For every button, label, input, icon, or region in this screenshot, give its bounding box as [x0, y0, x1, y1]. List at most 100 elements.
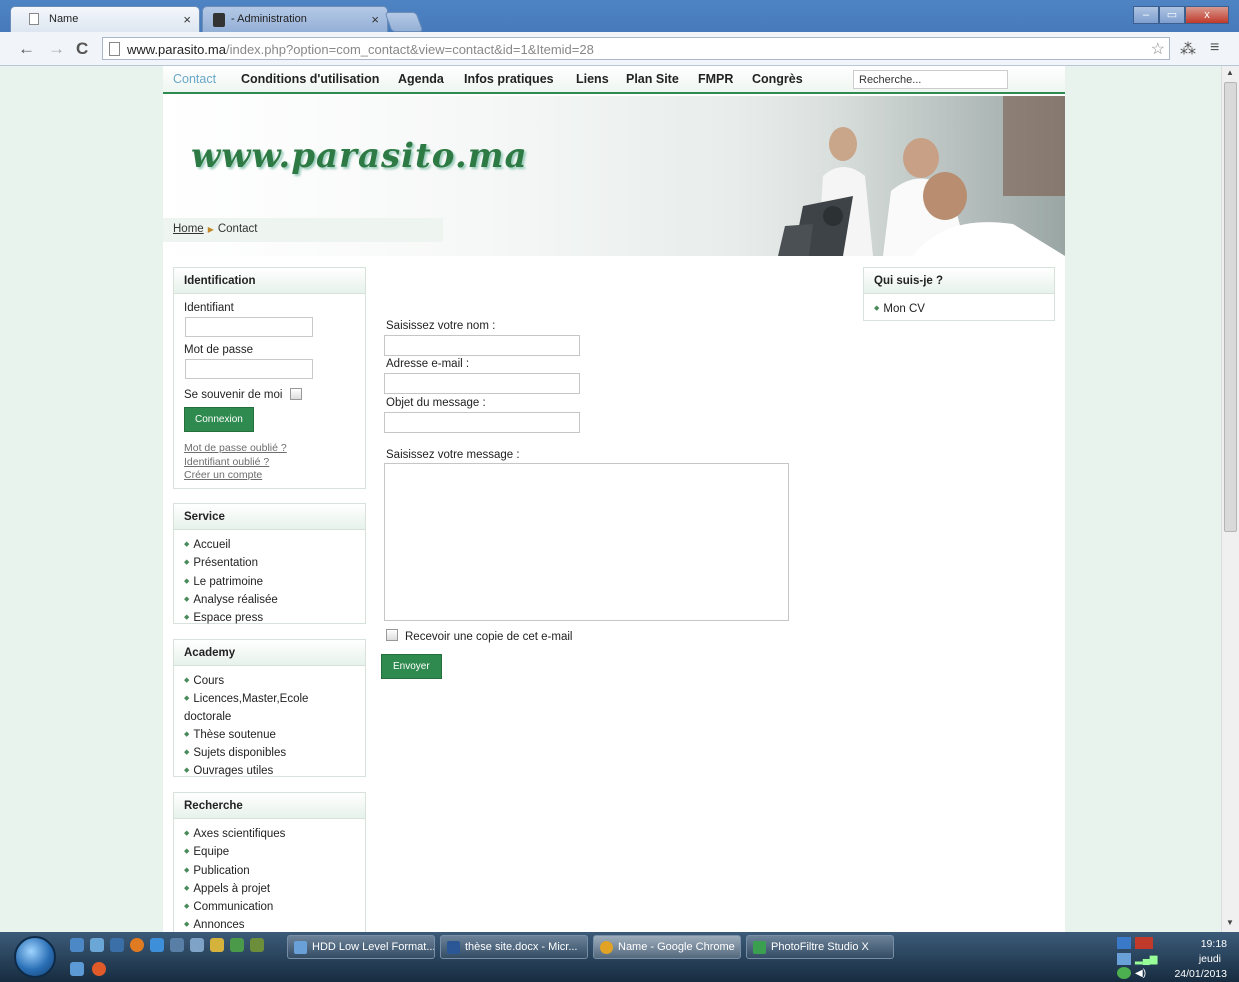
browser-toolbar: ← → C www.parasito.ma/index.php?option=c… — [0, 32, 1239, 66]
tab-administration[interactable]: - Administration × — [202, 6, 388, 32]
nav-plan-site[interactable]: Plan Site — [626, 72, 679, 86]
login-button-row: Connexion — [184, 407, 355, 432]
nav-congres[interactable]: Congrès — [752, 72, 803, 86]
create-account-link[interactable]: Créer un compte — [184, 469, 355, 483]
search-input[interactable]: Recherche... — [853, 70, 1008, 89]
star-icon[interactable]: ☆ — [1151, 39, 1165, 59]
service-module: Service ◆ Accueil ◆ Présentation ◆ Le patri… — [173, 503, 366, 624]
list-item[interactable]: ◆ Publication — [184, 862, 355, 880]
quicklaunch-icon[interactable] — [230, 938, 244, 952]
quicklaunch-icon[interactable] — [70, 938, 84, 952]
list-item[interactable]: ◆ Ouvrages utiles — [184, 762, 355, 780]
clock-date[interactable]: 24/01/2013 — [1174, 967, 1227, 981]
list-item[interactable]: ◆ Présentation — [184, 554, 355, 572]
tab-name[interactable]: Name × — [10, 6, 200, 32]
forgot-password-link[interactable]: Mot de passe oublié ? — [184, 442, 355, 456]
new-tab-button[interactable] — [384, 12, 424, 32]
nav-liens[interactable]: Liens — [576, 72, 609, 86]
quicklaunch-icon[interactable] — [250, 938, 264, 952]
browser-chrome: Name × - Administration × – ▭ x ← → C ww… — [0, 0, 1239, 66]
nav-conditions[interactable]: Conditions d'utilisation — [241, 72, 379, 86]
system-tray: ▂▄▆ ◀) 19:18 jeudi 24/01/2013 — [1117, 935, 1227, 981]
email-input[interactable] — [384, 373, 580, 394]
breadcrumb-home[interactable]: Home — [173, 223, 204, 235]
subject-input[interactable] — [384, 412, 580, 433]
list-item[interactable]: ◆ Annonces — [184, 916, 355, 932]
copy-checkbox[interactable] — [386, 629, 398, 641]
quicklaunch-icon[interactable] — [150, 938, 164, 952]
scroll-down-icon[interactable]: ▼ — [1226, 918, 1234, 927]
tray-icon[interactable] — [1117, 937, 1131, 949]
nav-contact[interactable]: Contact — [173, 72, 216, 86]
username-input[interactable] — [185, 317, 313, 337]
list-item[interactable]: ◆ Espace press — [184, 609, 355, 627]
signal-icon[interactable]: ▂▄▆ — [1135, 953, 1157, 967]
forward-arrow-icon[interactable]: → — [48, 39, 65, 59]
list-item[interactable]: ◆ Axes scientifiques — [184, 825, 355, 843]
bullet-icon: ◆ — [184, 749, 190, 757]
start-button[interactable] — [14, 936, 56, 978]
task-hdd-format[interactable]: HDD Low Level Format... — [287, 935, 435, 959]
quicklaunch-icon[interactable] — [90, 938, 104, 952]
close-tab-icon[interactable]: × — [371, 12, 379, 27]
joomla-icon — [213, 13, 225, 27]
chrome-quicklaunch-icon[interactable] — [92, 962, 106, 976]
menu-icon[interactable]: ≡ — [1210, 39, 1219, 57]
nav-infos-pratiques[interactable]: Infos pratiques — [464, 72, 554, 86]
quicklaunch-icon[interactable] — [210, 938, 224, 952]
message-textarea[interactable] — [384, 463, 789, 621]
reload-icon[interactable]: C — [76, 39, 88, 59]
clock-time[interactable]: 19:18 — [1201, 937, 1227, 951]
extension-icon[interactable]: ⁂ — [1180, 39, 1196, 59]
list-item[interactable]: ◆ Appels à projet — [184, 880, 355, 898]
name-input[interactable] — [384, 335, 580, 356]
task-photofiltre[interactable]: PhotoFiltre Studio X — [746, 935, 894, 959]
breadcrumb-arrow-icon: ▶ — [207, 225, 214, 234]
message-label: Saisissez votre message : — [386, 449, 520, 461]
scrollbar-thumb[interactable] — [1224, 82, 1237, 532]
quicklaunch-icon[interactable] — [190, 938, 204, 952]
list-item[interactable]: ◆ Accueil — [184, 536, 355, 554]
network-icon[interactable] — [1117, 953, 1131, 965]
nav-agenda[interactable]: Agenda — [398, 72, 444, 86]
maximize-button[interactable]: ▭ — [1159, 6, 1185, 24]
list-item[interactable]: ◆ Equipe — [184, 843, 355, 861]
list-item[interactable]: ◆ Thèse soutenue — [184, 726, 355, 744]
ati-icon[interactable] — [1135, 937, 1153, 949]
minimize-button[interactable]: – — [1133, 6, 1159, 24]
quicklaunch-icon[interactable] — [130, 938, 144, 952]
list-item[interactable]: ◆ Communication — [184, 898, 355, 916]
list-item[interactable]: ◆ Analyse réalisée — [184, 591, 355, 609]
list-item[interactable]: ◆ Licences,Master,Ecole doctorale — [184, 690, 355, 726]
nav-fmpr[interactable]: FMPR — [698, 72, 733, 86]
quicklaunch-icon[interactable] — [70, 962, 84, 976]
page-icon — [109, 42, 120, 56]
send-button[interactable]: Envoyer — [381, 654, 442, 679]
bullet-icon: ◆ — [184, 830, 190, 837]
close-window-button[interactable]: x — [1185, 6, 1229, 24]
list-item[interactable]: ◆ Le patrimoine — [184, 573, 355, 591]
login-button[interactable]: Connexion — [184, 407, 254, 432]
address-bar[interactable]: www.parasito.ma/index.php?option=com_con… — [102, 37, 1170, 60]
volume-icon[interactable]: ◀) — [1135, 967, 1146, 981]
close-tab-icon[interactable]: × — [183, 12, 191, 27]
forgot-username-link[interactable]: Identifiant oublié ? — [184, 456, 355, 470]
clock-day[interactable]: jeudi — [1199, 952, 1221, 966]
task-word[interactable]: thèse site.docx - Micr... — [440, 935, 588, 959]
list-item[interactable]: ◆ Cours — [184, 672, 355, 690]
back-arrow-icon[interactable]: ← — [18, 39, 35, 59]
list-item[interactable]: ◆ Sujets disponibles — [184, 744, 355, 762]
quicklaunch-icon[interactable] — [110, 938, 124, 952]
tray-icon[interactable] — [1117, 967, 1131, 979]
scroll-up-icon[interactable]: ▲ — [1226, 68, 1234, 77]
password-input[interactable] — [185, 359, 313, 379]
site-logo[interactable]: www.parasito.ma — [191, 136, 528, 176]
site-container: Contact Conditions d'utilisation Agenda … — [163, 66, 1065, 932]
app-icon — [600, 941, 613, 954]
task-chrome[interactable]: Name - Google Chrome — [593, 935, 741, 959]
list-item[interactable]: ◆ Mon CV — [874, 300, 1044, 318]
vertical-scrollbar[interactable]: ▲ ▼ — [1221, 66, 1239, 932]
remember-checkbox[interactable] — [289, 388, 302, 400]
quicklaunch-icon[interactable] — [170, 938, 184, 952]
top-navigation: Contact Conditions d'utilisation Agenda … — [163, 66, 1065, 94]
